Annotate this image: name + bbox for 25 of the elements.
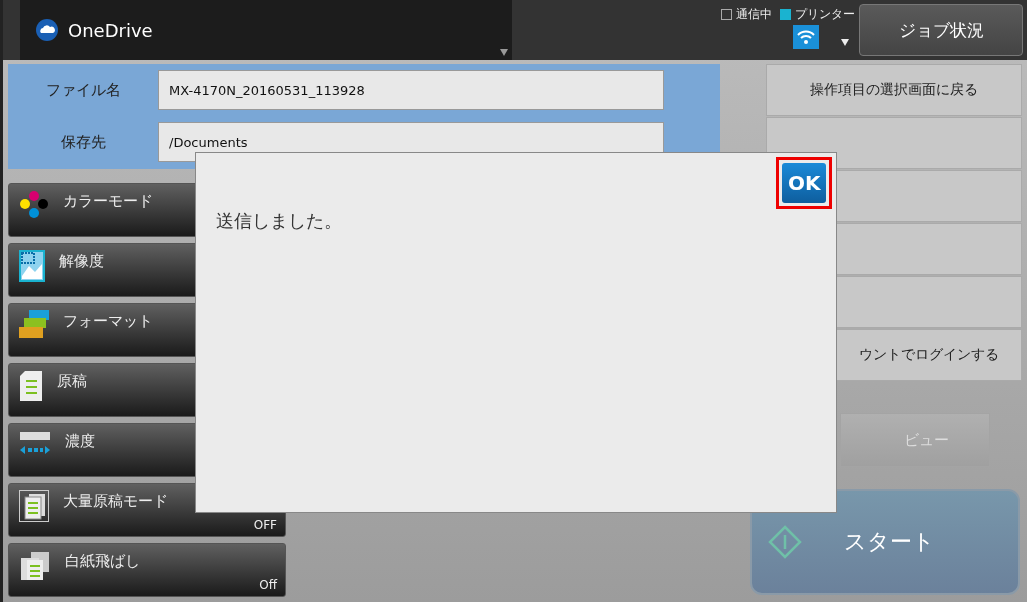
color-dots-icon — [19, 190, 49, 220]
file-format-icon — [19, 310, 49, 340]
dropdown-arrow-icon[interactable] — [841, 39, 849, 46]
field-label: 保存先 — [59, 132, 107, 152]
setting-button[interactable]: 白紙飛ばし Off — [8, 543, 286, 597]
menu-button[interactable]: 操作項目の選択画面に戻る — [766, 64, 1022, 116]
cloud-icon — [36, 19, 58, 41]
input-field[interactable]: MX-4170N_20160531_113928 — [158, 70, 665, 110]
document-icon — [19, 370, 43, 402]
app-title: OneDrive — [68, 19, 153, 41]
ok-button[interactable]: OK — [782, 163, 826, 203]
status-label: プリンター — [795, 6, 855, 23]
start-button[interactable]: スタート — [750, 489, 1021, 595]
start-icon — [768, 525, 803, 559]
blank-menu-button[interactable] — [766, 117, 1022, 169]
stacked-documents-icon — [19, 490, 49, 522]
job-status-button[interactable]: ジョブ状況 — [859, 4, 1023, 56]
density-bar-icon — [19, 430, 51, 456]
field-label: ファイル名 — [44, 80, 122, 100]
documents-icon — [19, 550, 51, 582]
status-label: 通信中 — [736, 6, 772, 23]
image-grid-icon — [19, 250, 45, 282]
app-title-bar[interactable]: OneDrive — [20, 0, 512, 60]
dropdown-arrow-icon — [500, 49, 508, 56]
wifi-icon — [793, 25, 819, 49]
